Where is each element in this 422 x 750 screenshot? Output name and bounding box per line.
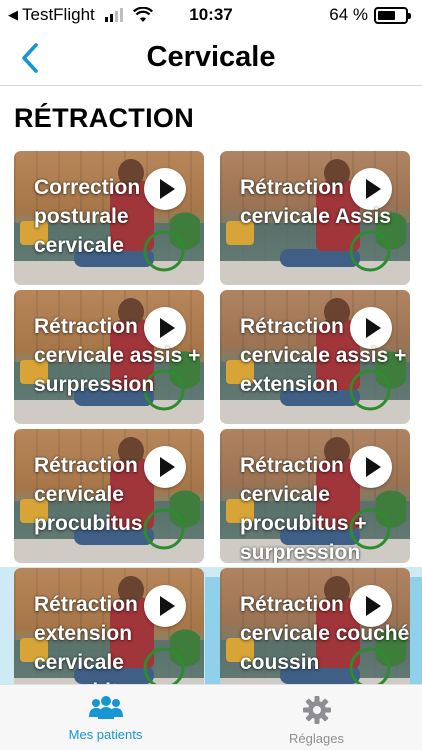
exercise-card[interactable]: Rétraction cervicale Assis: [220, 151, 410, 285]
wifi-icon: [132, 7, 153, 22]
exercise-card[interactable]: Correction posturale cervicale: [14, 151, 204, 285]
exercise-title: Rétraction cervicale assis + surpression: [34, 315, 201, 396]
exercise-title: Rétraction cervicale couché coussin: [240, 593, 410, 674]
exercise-title: Correction posturale cervicale: [34, 176, 141, 257]
section-title: RÉTRACTION: [14, 103, 194, 133]
patients-icon: [88, 696, 123, 719]
exercise-card[interactable]: Rétraction cervicale assis + surpression: [14, 290, 204, 424]
chevron-left-icon: [22, 43, 38, 73]
back-button[interactable]: [10, 38, 50, 78]
exercise-card[interactable]: Rétraction extension cervicale procubitu…: [14, 568, 204, 684]
tab-label-mes-patients: Mes patients: [68, 727, 143, 742]
battery-percent: 64 %: [329, 5, 368, 24]
progress-ring-icon: [349, 230, 391, 272]
tab-reglages[interactable]: Réglages: [211, 685, 422, 750]
exercise-title: Rétraction cervicale procubitus + surpre…: [240, 454, 367, 563]
exercise-title: Rétraction cervicale procubitus: [34, 454, 143, 535]
page-title: Cervicale: [146, 41, 276, 73]
tab-bar: Mes patients Réglages: [0, 684, 422, 750]
exercise-title: Rétraction cervicale assis + extension: [240, 315, 407, 396]
cellular-signal-icon: [104, 8, 123, 22]
tab-mes-patients[interactable]: Mes patients: [0, 685, 211, 750]
status-bar: ◀ TestFlight 10:37 64 %: [0, 0, 422, 30]
battery-icon: [374, 6, 411, 24]
navigation-bar: Cervicale: [0, 30, 422, 86]
exercise-list[interactable]: RÉTRACTION Correction posturale cervical…: [0, 87, 422, 684]
tab-label-reglages: Réglages: [289, 731, 344, 746]
exercise-card[interactable]: Rétraction cervicale procubitus: [14, 429, 204, 563]
exercise-card[interactable]: Rétraction cervicale assis + extension: [220, 290, 410, 424]
gear-icon: [302, 696, 331, 724]
exercise-title: Rétraction cervicale Assis: [240, 176, 392, 228]
battery-fill: [378, 10, 395, 20]
status-right: 64 %: [329, 5, 411, 25]
back-to-app-label[interactable]: TestFlight: [22, 5, 95, 25]
exercise-title: Rétraction extension cervicale procubitu…: [34, 593, 143, 684]
status-left: ◀ TestFlight: [8, 5, 153, 25]
exercise-card[interactable]: Rétraction cervicale couché coussin: [220, 568, 410, 684]
back-to-app-icon[interactable]: ◀: [8, 7, 18, 23]
exercise-card[interactable]: Rétraction cervicale procubitus + surpre…: [220, 429, 410, 563]
